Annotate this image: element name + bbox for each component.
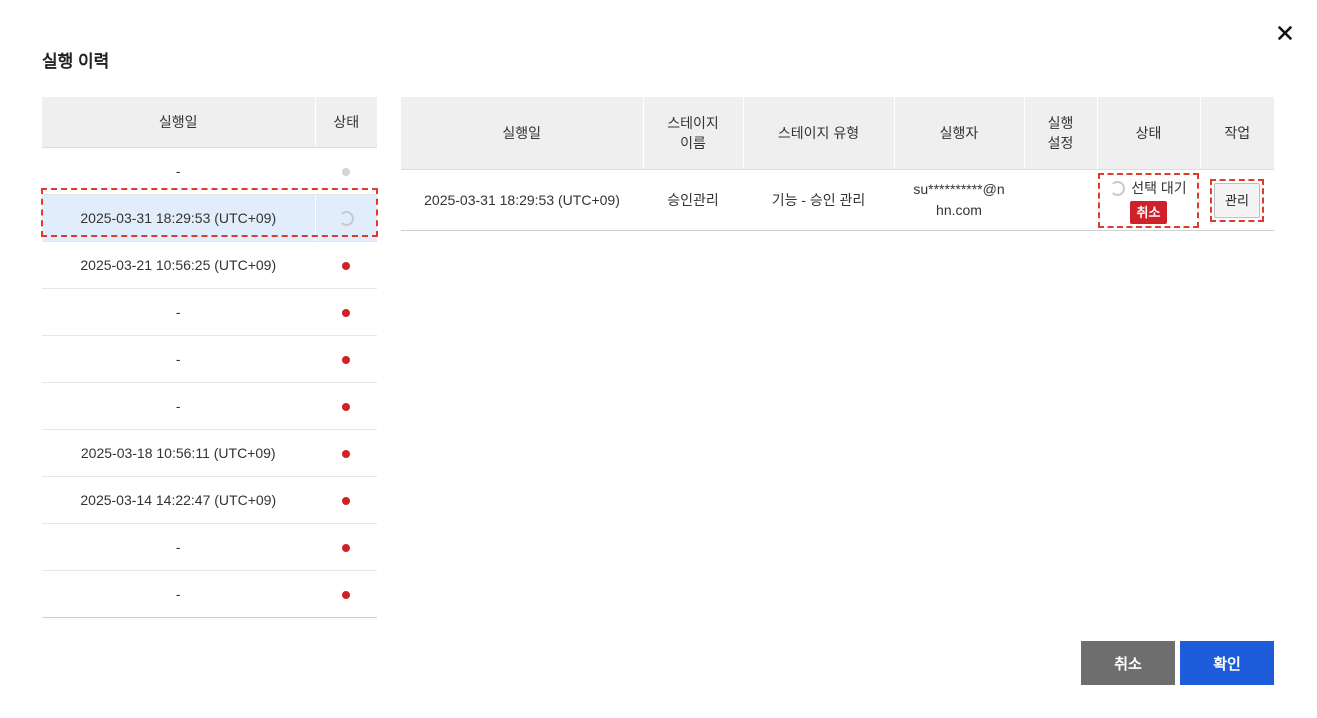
manage-button-highlight: 관리	[1210, 178, 1264, 222]
stage-status: 선택 대기 취소	[1097, 169, 1200, 231]
history-row-status	[315, 476, 377, 524]
history-row[interactable]: 2025-03-18 10:56:11 (UTC+09)	[42, 429, 377, 477]
history-row-date: 2025-03-18 10:56:11 (UTC+09)	[42, 429, 315, 477]
stage-row: 2025-03-31 18:29:53 (UTC+09) 승인관리 기능 - 승…	[401, 169, 1274, 231]
history-row-status	[315, 147, 377, 195]
stage-header-status: 상태	[1097, 97, 1201, 170]
history-row[interactable]: -	[42, 335, 377, 383]
history-header-row: 실행일 상태	[42, 97, 377, 148]
status-failed-dot-icon	[342, 544, 351, 553]
history-row-status	[315, 241, 377, 289]
history-row[interactable]: -	[42, 523, 377, 571]
close-icon	[1278, 26, 1292, 40]
history-row-date: -	[42, 335, 315, 383]
stage-header-settings-line2: 설정	[1047, 135, 1074, 151]
stage-action: 관리	[1200, 169, 1274, 231]
stage-header-type: 스테이지 유형	[743, 97, 895, 170]
close-button[interactable]	[1272, 20, 1298, 46]
stage-name: 승인관리	[643, 169, 743, 231]
history-row[interactable]: 2025-03-14 14:22:47 (UTC+09)	[42, 476, 377, 524]
stage-header-settings-line1: 실행	[1047, 115, 1074, 131]
stage-header-row: 실행일 스테이지 이름 스테이지 유형 실행자 실행 설정 상태 작업	[401, 97, 1274, 170]
history-row-date: 2025-03-31 18:29:53 (UTC+09)	[42, 194, 316, 242]
history-table: 실행일 상태 -2025-03-31 18:29:53 (UTC+09) 2025…	[42, 97, 377, 618]
status-failed-dot-icon	[342, 262, 351, 271]
history-body: -2025-03-31 18:29:53 (UTC+09) 2025-03-21 …	[42, 147, 377, 618]
status-failed-dot-icon	[342, 356, 351, 365]
status-cancel-badge[interactable]: 취소	[1129, 200, 1168, 224]
loading-spinner-icon	[338, 211, 354, 227]
stage-header-settings: 실행 설정	[1024, 97, 1098, 170]
history-row[interactable]: -	[42, 147, 377, 195]
history-row-status	[315, 288, 377, 336]
history-row[interactable]: -	[42, 570, 377, 618]
confirm-button[interactable]: 확인	[1180, 641, 1274, 685]
status-pending-dot-icon	[342, 168, 351, 177]
history-row-status	[315, 570, 377, 618]
cancel-button[interactable]: 취소	[1081, 641, 1175, 685]
stage-header-name-line1: 스테이지	[667, 115, 719, 131]
history-row-date: 2025-03-21 10:56:25 (UTC+09)	[42, 241, 315, 289]
status-failed-dot-icon	[342, 309, 351, 318]
history-row[interactable]: -	[42, 382, 377, 430]
stage-executor: su**********@n hn.com	[894, 169, 1024, 231]
history-row-date: -	[42, 147, 315, 195]
history-row[interactable]: -	[42, 288, 377, 336]
history-row-status	[315, 429, 377, 477]
history-row-date: -	[42, 288, 315, 336]
loading-spinner-icon	[1110, 180, 1126, 196]
stage-status-line: 선택 대기	[1110, 178, 1187, 199]
stage-executor-line2: hn.com	[936, 202, 982, 218]
history-row-date: -	[42, 382, 315, 430]
stage-executor-line1: su**********@n	[913, 181, 1005, 197]
stage-header-action: 작업	[1200, 97, 1274, 170]
stage-status-text: 선택 대기	[1131, 179, 1187, 196]
stage-header-executor: 실행자	[894, 97, 1025, 170]
history-row-status	[315, 335, 377, 383]
history-row-status	[315, 523, 377, 571]
history-header-status: 상태	[315, 97, 377, 148]
manage-button[interactable]: 관리	[1214, 182, 1260, 218]
stage-header-name-line2: 이름	[680, 135, 706, 151]
stage-settings	[1024, 169, 1097, 231]
history-row-status	[315, 382, 377, 430]
history-row[interactable]: 2025-03-21 10:56:25 (UTC+09)	[42, 241, 377, 289]
history-row-date: -	[42, 570, 315, 618]
stage-date: 2025-03-31 18:29:53 (UTC+09)	[401, 169, 643, 231]
stage-header-name: 스테이지 이름	[643, 97, 744, 170]
history-row-date: -	[42, 523, 315, 571]
history-header-date: 실행일	[42, 97, 316, 148]
stage-header-date: 실행일	[401, 97, 644, 170]
stage-type: 기능 - 승인 관리	[743, 169, 894, 231]
status-failed-dot-icon	[342, 591, 351, 600]
stage-table: 실행일 스테이지 이름 스테이지 유형 실행자 실행 설정 상태 작업 2025…	[401, 97, 1274, 231]
history-row[interactable]: 2025-03-31 18:29:53 (UTC+09)	[42, 194, 377, 242]
stage-status-highlight: 선택 대기 취소	[1098, 172, 1199, 228]
modal-title: 실행 이력	[42, 52, 110, 71]
history-row-date: 2025-03-14 14:22:47 (UTC+09)	[42, 476, 315, 524]
history-row-status	[315, 194, 377, 242]
status-failed-dot-icon	[342, 403, 351, 412]
status-failed-dot-icon	[342, 497, 351, 506]
status-failed-dot-icon	[342, 450, 351, 459]
